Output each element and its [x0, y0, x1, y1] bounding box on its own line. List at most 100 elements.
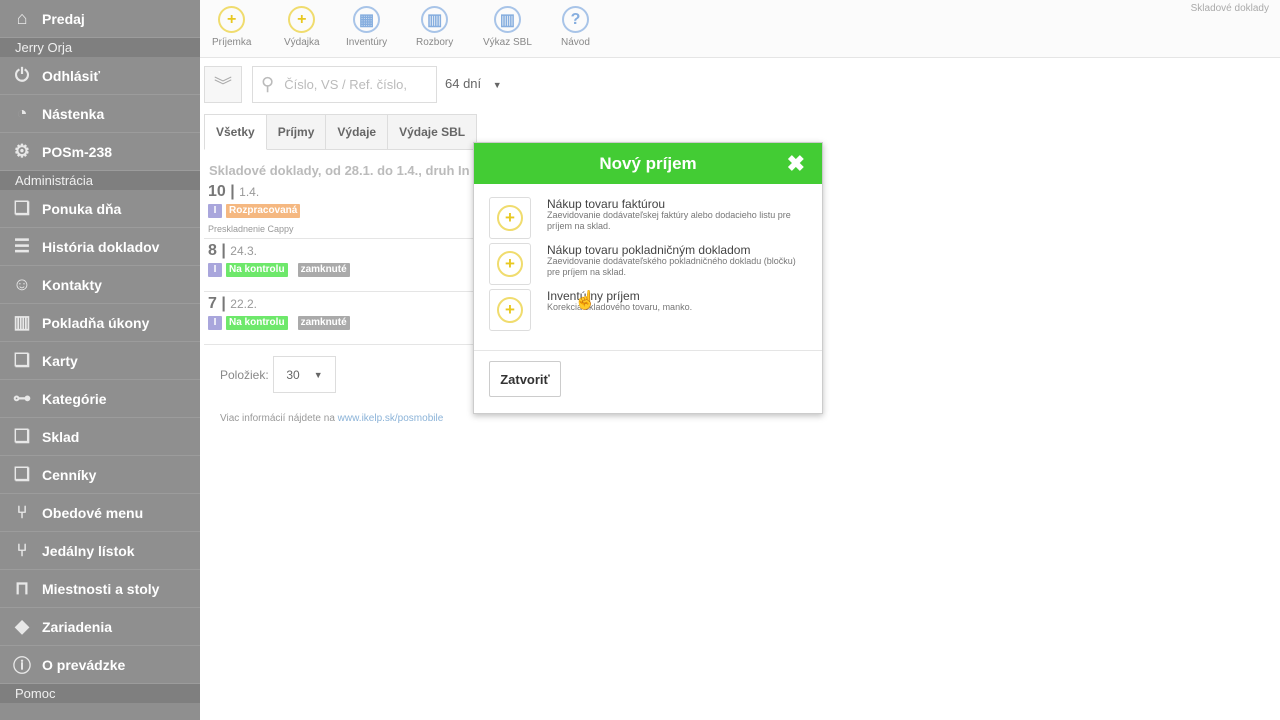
chart-icon: ▥ — [421, 6, 449, 33]
items-per-page-select[interactable]: 30 ▼ — [273, 356, 336, 393]
toolbar: Skladové doklady + Príjemka + Výdajka ▦ Inven… — [200, 0, 1280, 58]
dialog-title: Nový príjem — [599, 153, 697, 173]
toolbar-button[interactable]: ▥ Rozbory — [416, 6, 453, 48]
option-button[interactable]: + — [489, 197, 531, 239]
boxes-icon: ❏ — [13, 350, 31, 370]
toolbar-button-label: Príjemka — [212, 37, 252, 48]
chevron-down-icon: ▼ — [492, 80, 502, 90]
sidebar-item[interactable]: ❏ Cenníky — [0, 456, 200, 494]
sidebar-item-label: Miestnosti a stoly — [42, 580, 160, 597]
chart-icon: ▦ — [353, 6, 381, 33]
sidebar-item[interactable]: ⏻ Odhlásiť — [0, 57, 200, 95]
option-inventory-receipt[interactable]: + Inventúrny príjem Korekcia skladového … — [489, 289, 809, 331]
sidebar-item-label: Zariadenia — [42, 618, 113, 635]
option-receipt-purchase[interactable]: + Nákup tovaru pokladničným dokladom Zae… — [489, 243, 809, 285]
doc-note: Preskladnenie Cappy — [208, 224, 294, 234]
more-info-link[interactable]: www.ikelp.sk/posmobile — [338, 413, 444, 424]
sidebar-item[interactable]: ◆ Zariadenia — [0, 608, 200, 646]
sidebar-item-label: Jedálny lístok — [42, 542, 135, 559]
sidebar-item-label: Obedové menu — [42, 504, 144, 521]
tab-receipts[interactable]: Príjmy — [266, 114, 327, 150]
sidebar-item[interactable]: ⓘ O prevádzke — [0, 646, 200, 684]
sidebar-item[interactable]: ❏ Ponuka dňa — [0, 190, 200, 228]
option-button[interactable]: + — [489, 243, 531, 285]
page-title: Skladové doklady — [1190, 3, 1269, 14]
sidebar-item[interactable]: ⑂ Jedálny lístok — [0, 532, 200, 570]
more-info-text: Viac informácií nájdete na — [220, 413, 338, 424]
list-item[interactable]: 8 | 24.3. I Na kontrolu zamknuté — [204, 239, 474, 292]
doc-number: 7 — [208, 295, 217, 312]
sidebar-item[interactable]: ❏ Sklad — [0, 418, 200, 456]
chevron-down-icon: ▼ — [313, 369, 323, 380]
lock-badge: zamknuté — [297, 263, 350, 277]
table-icon: ⊓ — [14, 578, 30, 598]
toolbar-button[interactable]: + Výdajka — [284, 6, 320, 48]
toolbar-button[interactable]: ? Návod — [561, 6, 590, 48]
search-placeholder: Číslo, VS / Ref. číslo, — [284, 77, 408, 92]
sidebar-item-label: Cenníky — [42, 466, 97, 483]
chevron-double-down-icon: ︾ — [214, 75, 232, 96]
option-button[interactable]: + — [489, 289, 531, 331]
more-info: Viac informácií nájdete na www.ikelp.sk/… — [220, 413, 443, 424]
option-title: Nákup tovaru faktúrou — [547, 197, 666, 211]
cutlery-icon: ⑂ — [16, 502, 28, 522]
doc-date: 22.2. — [230, 297, 257, 311]
type-badge: I — [208, 263, 222, 277]
toolbar-button-label: Výkaz SBL — [483, 37, 532, 48]
plus-icon: + — [288, 6, 316, 33]
items-per-page-label: Položiek: — [220, 368, 269, 382]
plus-icon: + — [497, 251, 523, 277]
boxes-icon: ❏ — [13, 464, 31, 484]
plus-icon: + — [497, 205, 523, 231]
list-item[interactable]: 10 | 1.4. I Rozpracovaná Preskladnenie C… — [204, 183, 474, 239]
toolbar-button-label: Výdajka — [284, 37, 320, 48]
list-item[interactable]: 7 | 22.2. I Na kontrolu zamknuté — [204, 292, 474, 345]
toolbar-button[interactable]: ▦ Inventúry — [346, 6, 387, 48]
period-select[interactable]: 64 dní ▼ — [445, 76, 502, 91]
status-badge: Na kontrolu — [226, 316, 288, 330]
sidebar-item[interactable]: ❏ Karty — [0, 342, 200, 380]
search-input[interactable]: ⚲ Číslo, VS / Ref. číslo, — [252, 66, 437, 103]
sidebar-section-label: Pomoc — [0, 684, 200, 703]
close-icon[interactable]: ✖ — [787, 151, 805, 177]
period-value: 64 dní — [445, 76, 482, 91]
tab-all[interactable]: Všetky — [204, 114, 267, 150]
power-icon: ⏻ — [14, 65, 30, 85]
sidebar: ⌂ Predaj Jerry Orja ⏻ Odhlásiť ◔ Nástenka ⚙ POSm… — [0, 0, 200, 720]
option-description: Zaevidovanie dodávateľského pokladničnéh… — [547, 256, 796, 277]
sidebar-item-label: POSm-238 — [42, 143, 113, 160]
gear-icon: ⚙ — [13, 141, 31, 161]
plus-icon: + — [497, 297, 523, 323]
toolbar-button[interactable]: + Príjemka — [212, 6, 251, 48]
tree-icon: ⊶ — [13, 388, 31, 408]
sidebar-item[interactable]: ☰ História dokladov — [0, 228, 200, 266]
sidebar-item-label: Odhlásiť — [42, 67, 101, 84]
tabs: Všetky Príjmy Výdaje Výdaje SBL — [204, 114, 478, 150]
option-invoice-purchase[interactable]: + Nákup tovaru faktúrou Zaevidovanie dod… — [489, 197, 809, 239]
status-badge: Na kontrolu — [226, 263, 288, 277]
list-icon: ☰ — [13, 236, 31, 256]
close-button[interactable]: Zatvoriť — [489, 361, 561, 397]
sidebar-item[interactable]: ▥ Pokladňa úkony — [0, 304, 200, 342]
sidebar-item-label: Karty — [42, 352, 78, 369]
lock-badge: zamknuté — [297, 316, 350, 330]
tab-issues[interactable]: Výdaje — [326, 114, 389, 150]
sidebar-section-label: Administrácia — [0, 171, 200, 190]
doc-date: 24.3. — [230, 244, 257, 258]
doc-date: 1.4. — [239, 185, 260, 199]
sidebar-item[interactable]: ⚙ POSm-238 — [0, 133, 200, 171]
expand-filter-button[interactable]: ︾ — [204, 66, 242, 103]
sidebar-item[interactable]: ⊶ Kategórie — [0, 380, 200, 418]
type-badge: I — [208, 316, 222, 330]
toolbar-button[interactable]: ▥ Výkaz SBL — [483, 6, 532, 48]
sidebar-item[interactable]: ◔ Nástenka — [0, 95, 200, 133]
cutlery-icon: ⑂ — [16, 540, 28, 560]
sidebar-item-label: Kontakty — [42, 276, 102, 293]
sidebar-item[interactable]: ☺ Kontakty — [0, 266, 200, 304]
doc-number: 8 — [208, 242, 217, 259]
tab-issues-sbl[interactable]: Výdaje SBL — [388, 114, 478, 150]
sidebar-item[interactable]: ⑂ Obedové menu — [0, 494, 200, 532]
help-icon: ? — [561, 6, 589, 33]
sidebar-item[interactable]: ⌂ Predaj — [0, 0, 200, 38]
sidebar-item[interactable]: ⊓ Miestnosti a stoly — [0, 570, 200, 608]
